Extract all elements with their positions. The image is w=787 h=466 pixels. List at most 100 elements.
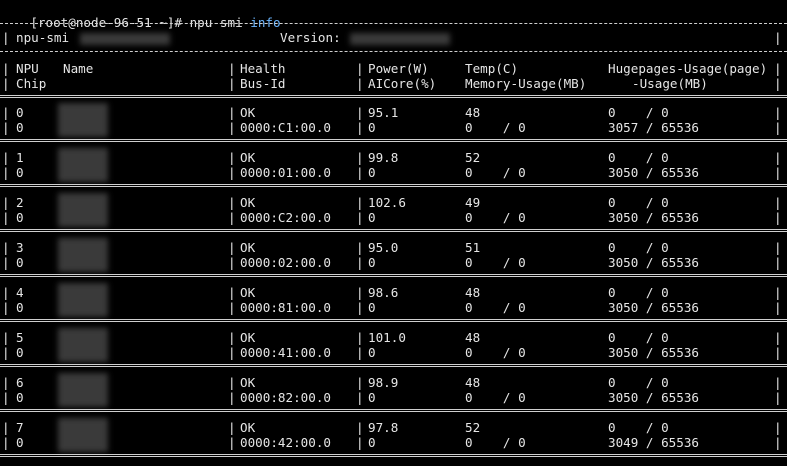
column-temp: Temp(C): [465, 61, 519, 76]
column-aicore: AICore(%): [368, 76, 437, 91]
cell-border: |: [356, 195, 364, 210]
memory-usage: 0 / 0: [465, 390, 526, 405]
cell-border: |: [356, 390, 364, 405]
cell-border: |: [774, 300, 782, 315]
cell-border: |: [356, 375, 364, 390]
chip-index: 0: [16, 435, 24, 450]
temp-value: 48: [465, 330, 481, 345]
row-double-separator: [0, 184, 787, 187]
npu-index: 4: [16, 285, 24, 300]
npu-index: 6: [16, 375, 24, 390]
cell-border: |: [228, 240, 236, 255]
cell-border: |: [2, 240, 10, 255]
cell-border: |: [356, 285, 364, 300]
cell-border: |: [356, 165, 364, 180]
hugepages-usage: 0 / 0: [608, 375, 669, 390]
bus-id: 0000:C1:00.0: [240, 120, 331, 135]
redacted-npu-name: [58, 328, 108, 362]
column-health: Health: [240, 61, 286, 76]
cell-border: |: [228, 420, 236, 435]
cell-border: |: [228, 390, 236, 405]
cell-border: |: [228, 150, 236, 165]
aicore-value: 0: [368, 210, 376, 225]
chip-index: 0: [16, 210, 24, 225]
column-hugepages-mb: -Usage(MB): [632, 76, 708, 91]
cell-border: |: [228, 300, 236, 315]
cell-border: |: [228, 195, 236, 210]
hugepages-mb: 3057 / 65536: [608, 120, 699, 135]
aicore-value: 0: [368, 300, 376, 315]
cell-border: |: [356, 420, 364, 435]
memory-usage: 0 / 0: [465, 255, 526, 270]
cell-border: |: [356, 105, 364, 120]
cell-border: |: [228, 330, 236, 345]
cell-border: |: [774, 375, 782, 390]
hugepages-usage: 0 / 0: [608, 150, 669, 165]
aicore-value: 0: [368, 345, 376, 360]
cell-border: |: [228, 165, 236, 180]
cell-border: |: [228, 345, 236, 360]
row-double-separator: [0, 229, 787, 232]
shell-prompt-line: [root@node-96-51 ~]# npu-smi info: [0, 0, 280, 30]
tool-label: npu-smi: [16, 30, 70, 45]
table-top-border: [0, 23, 787, 25]
bus-id: 0000:42:00.0: [240, 435, 331, 450]
hugepages-mb: 3049 / 65536: [608, 435, 699, 450]
cell-border: |: [774, 150, 782, 165]
column-npu: NPU: [16, 61, 39, 76]
chip-index: 0: [16, 300, 24, 315]
cell-border: |: [356, 300, 364, 315]
cell-border: |: [356, 240, 364, 255]
cell-border: |: [2, 420, 10, 435]
health-status: OK: [240, 195, 256, 210]
cell-border: |: [774, 105, 782, 120]
npu-index: 5: [16, 330, 24, 345]
aicore-value: 0: [368, 165, 376, 180]
hugepages-usage: 0 / 0: [608, 240, 669, 255]
cell-border: |: [774, 435, 782, 450]
cell-border: |: [356, 150, 364, 165]
temp-value: 48: [465, 375, 481, 390]
power-value: 102.6: [368, 195, 406, 210]
table-row: | | 3 0 | | OK 0000:02:00.0 | | 95.0 0 51 0 / 00 / 03…: [0, 238, 787, 272]
cell-border: |: [356, 330, 364, 345]
row-double-separator: [0, 319, 787, 322]
redacted-npu-name: [58, 148, 108, 182]
temp-value: 52: [465, 150, 481, 165]
health-status: OK: [240, 330, 256, 345]
npu-index: 2: [16, 195, 24, 210]
cell-border: |: [228, 255, 236, 270]
hugepages-usage: 0 / 0: [608, 105, 669, 120]
column-header-row: | | NPU Name Chip | | Health Bus-Id | | …: [2, 61, 782, 91]
version-label: Version:: [280, 30, 341, 45]
cell-border: |: [228, 435, 236, 450]
table-row: | | 7 0 | | OK 0000:42:00.0 | | 97.8 0 52 0 / 00 / 03…: [0, 418, 787, 452]
hugepages-usage: 0 / 0: [608, 285, 669, 300]
cell-border: |: [2, 195, 10, 210]
cell-border: |: [228, 105, 236, 120]
column-memory: Memory-Usage(MB): [465, 76, 587, 91]
temp-value: 48: [465, 285, 481, 300]
table-row: | | 4 0 | | OK 0000:81:00.0 | | 98.6 0 48 0 / 00 / 03…: [0, 283, 787, 317]
cell-border: |: [774, 345, 782, 360]
cell-border: |: [774, 420, 782, 435]
column-bus-id: Bus-Id: [240, 76, 286, 91]
cell-border: |: [356, 435, 364, 450]
row-double-separator: [0, 409, 787, 412]
temp-value: 49: [465, 195, 481, 210]
redaction-blur: [58, 193, 108, 227]
health-status: OK: [240, 285, 256, 300]
redacted-npu-name: [58, 103, 108, 137]
bus-id: 0000:C2:00.0: [240, 210, 331, 225]
power-value: 99.8: [368, 150, 399, 165]
cell-border: |: [228, 120, 236, 135]
column-power: Power(W): [368, 61, 429, 76]
redacted-npu-name: [58, 193, 108, 227]
health-status: OK: [240, 420, 256, 435]
cell-border: |: [356, 345, 364, 360]
table-row: | | 2 0 | | OK 0000:C2:00.0 | | 102.6 0 49 0 / 00 / 0…: [0, 193, 787, 227]
row-double-separator: [0, 364, 787, 367]
power-value: 98.6: [368, 285, 399, 300]
column-chip: Chip: [16, 76, 47, 91]
terminal-window[interactable]: [root@node-96-51 ~]# npu-smi info | npu-…: [0, 0, 787, 466]
